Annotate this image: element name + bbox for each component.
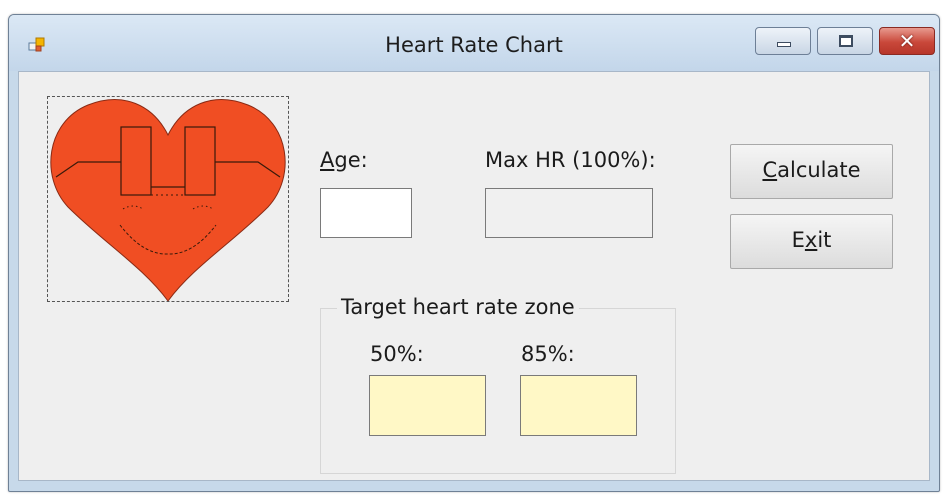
- zone-85-label: 85%:: [521, 342, 575, 366]
- maximize-button[interactable]: [817, 27, 873, 55]
- exit-button[interactable]: Exit: [730, 214, 893, 269]
- max-hr-label: Max HR (100%):: [485, 148, 656, 172]
- form-client-area: Age: Max HR (100%): Calculate Exit Targe…: [18, 71, 930, 481]
- zone-85-output: [520, 375, 637, 436]
- close-button[interactable]: ✕: [879, 27, 935, 55]
- age-label: Age:: [320, 148, 368, 172]
- age-input[interactable]: [320, 188, 412, 238]
- minimize-icon: [777, 42, 791, 47]
- zone-50-output: [369, 375, 486, 436]
- zone-50-label: 50%:: [370, 342, 424, 366]
- close-icon: ✕: [898, 29, 916, 53]
- max-hr-output: [485, 188, 653, 238]
- heart-picture-box: [47, 96, 289, 302]
- target-zone-groupbox: Target heart rate zone 50%: 85%:: [320, 295, 676, 474]
- maximize-icon: [839, 35, 853, 47]
- minimize-button[interactable]: [755, 27, 811, 55]
- target-zone-title: Target heart rate zone: [337, 295, 579, 319]
- heart-face-icon: [50, 99, 286, 301]
- app-window: Heart Rate Chart ✕ Age: Max HR (100%): C…: [8, 14, 940, 492]
- title-bar[interactable]: Heart Rate Chart ✕: [9, 15, 939, 71]
- calculate-button[interactable]: Calculate: [730, 144, 893, 199]
- heart-shape: [50, 99, 286, 301]
